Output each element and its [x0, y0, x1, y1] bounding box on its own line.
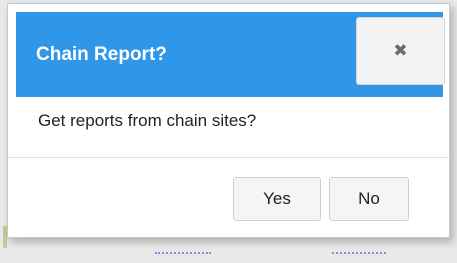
yes-button[interactable]: Yes	[233, 177, 321, 221]
background-link	[155, 252, 211, 254]
background-link	[332, 252, 386, 254]
close-button[interactable]: ✖	[356, 17, 445, 85]
dialog-message: Get reports from chain sites?	[38, 111, 257, 130]
dialog-title: Chain Report?	[36, 44, 167, 65]
close-icon: ✖	[393, 41, 408, 61]
chain-report-dialog: Chain Report? ✖ Get reports from chain s…	[7, 3, 450, 238]
dialog-header: Chain Report? ✖	[16, 12, 445, 97]
dialog-divider	[8, 157, 449, 158]
no-button[interactable]: No	[329, 177, 409, 221]
